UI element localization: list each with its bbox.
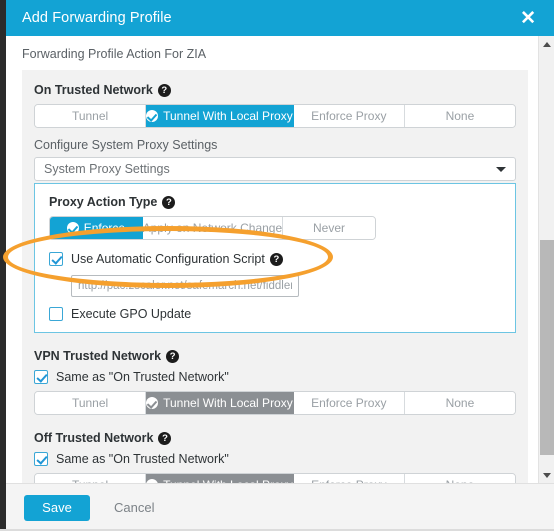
system-proxy-settings-panel: Proxy Action Type ? Enforce Apply on Net… (34, 183, 516, 333)
check-circle-icon (146, 110, 159, 122)
execute-gpo-update-row: Execute GPO Update (49, 307, 503, 321)
vpn-trusted-network-group: VPN Trusted Network ? Same as "On Truste… (34, 349, 516, 415)
execute-gpo-update-label: Execute GPO Update (71, 307, 192, 321)
segment-apply-on-network-change[interactable]: Apply on Network Change (142, 217, 284, 239)
segment-tunnel-label: Tunnel (71, 396, 109, 410)
cancel-button[interactable]: Cancel (114, 500, 154, 515)
segment-apply-on-network-change-label: Apply on Network Change (142, 221, 283, 235)
segment-tunnel-with-local-proxy[interactable]: Tunnel With Local Proxy (146, 105, 294, 127)
vpn-same-as-row: Same as "On Trusted Network" (34, 370, 516, 384)
scroll-up-button[interactable] (539, 36, 554, 52)
vertical-scrollbar[interactable] (538, 36, 554, 483)
help-icon[interactable]: ? (158, 431, 172, 445)
segment-none-label: None (445, 109, 475, 123)
use-automatic-configuration-script-label-text: Use Automatic Configuration Script (71, 252, 265, 266)
add-forwarding-profile-dialog: Add Forwarding Profile ✕ Forwarding Prof… (6, 0, 554, 531)
close-icon[interactable]: ✕ (516, 7, 540, 30)
on-trusted-network-segmented[interactable]: Tunnel Tunnel With Local Proxy Enforce P… (34, 104, 516, 128)
use-automatic-configuration-script-label: Use Automatic Configuration Script ? (71, 252, 283, 266)
segment-never[interactable]: Never (283, 217, 375, 239)
use-automatic-configuration-script-checkbox[interactable] (49, 252, 63, 266)
vpn-trusted-network-segmented[interactable]: Tunnel Tunnel With Local Proxy Enforce P… (34, 391, 516, 415)
help-icon[interactable]: ? (269, 252, 283, 266)
dialog-titlebar: Add Forwarding Profile ✕ (6, 0, 554, 36)
segment-tunnel[interactable]: Tunnel (35, 105, 147, 127)
segment-tunnel-label: Tunnel (72, 478, 108, 483)
vpn-same-as-label: Same as "On Trusted Network" (56, 370, 229, 384)
segment-none[interactable]: None (404, 105, 515, 127)
scrollbar-thumb[interactable] (540, 240, 554, 455)
segment-never-label: Never (313, 221, 346, 235)
segment-none-label: None (445, 396, 475, 410)
segment-none-label: None (446, 478, 475, 483)
on-trusted-network-label-text: On Trusted Network (34, 83, 153, 97)
segment-enforce-proxy-label: Enforce Proxy (311, 396, 387, 410)
off-same-as-row: Same as "On Trusted Network" (34, 452, 516, 466)
system-proxy-settings-value: System Proxy Settings (44, 162, 170, 176)
segment-enforce-proxy[interactable]: Enforce Proxy (293, 392, 405, 414)
forwarding-action-card: On Trusted Network ? Tunnel Tunnel With … (22, 70, 528, 483)
segment-tunnel-with-local-proxy-label: Tunnel With Local Proxy (163, 478, 293, 483)
execute-gpo-update-checkbox[interactable] (49, 307, 63, 321)
chevron-down-icon (496, 167, 506, 172)
proxy-action-type-segmented[interactable]: Enforce Apply on Network Change Never (49, 216, 376, 240)
off-same-as-checkbox[interactable] (34, 452, 48, 466)
vpn-trusted-network-label-text: VPN Trusted Network (34, 349, 162, 363)
triangle-down-icon (543, 472, 551, 478)
scroll-down-button[interactable] (539, 467, 554, 483)
check-circle-icon (146, 479, 159, 483)
help-icon[interactable]: ? (162, 195, 176, 209)
check-circle-icon (146, 397, 159, 409)
off-trusted-network-label: Off Trusted Network ? (34, 431, 516, 445)
proxy-action-type-label-text: Proxy Action Type (49, 195, 158, 209)
help-icon[interactable]: ? (166, 349, 180, 363)
vpn-same-as-checkbox[interactable] (34, 370, 48, 384)
system-proxy-settings-select[interactable]: System Proxy Settings (34, 157, 516, 181)
segment-tunnel[interactable]: Tunnel (35, 392, 147, 414)
segment-enforce-proxy[interactable]: Enforce Proxy (293, 105, 405, 127)
on-trusted-network-label: On Trusted Network ? (34, 83, 516, 97)
vpn-trusted-network-label: VPN Trusted Network ? (34, 349, 516, 363)
on-trusted-network-group: On Trusted Network ? Tunnel Tunnel With … (34, 83, 516, 333)
triangle-up-icon (543, 41, 551, 47)
configure-system-proxy-label: Configure System Proxy Settings (34, 138, 218, 152)
dialog-scroll-area: Forwarding Profile Action For ZIA On Tru… (6, 36, 538, 483)
save-button[interactable]: Save (24, 494, 90, 521)
segment-enforce-proxy-label: Enforce Proxy (311, 478, 386, 483)
off-trusted-network-segmented[interactable]: Tunnel Tunnel With Local Proxy Enforce P… (34, 473, 516, 483)
segment-tunnel[interactable]: Tunnel (35, 474, 147, 483)
off-trusted-network-label-text: Off Trusted Network (34, 431, 154, 445)
segment-tunnel-with-local-proxy-label: Tunnel With Local Proxy (163, 109, 293, 123)
section-title: Forwarding Profile Action For ZIA (22, 47, 207, 61)
off-trusted-network-group: Off Trusted Network ? Same as "On Truste… (34, 431, 516, 483)
dialog-title: Add Forwarding Profile (22, 10, 172, 26)
segment-tunnel-with-local-proxy[interactable]: Tunnel With Local Proxy (146, 474, 294, 483)
check-circle-icon (66, 222, 79, 234)
segment-enforce-proxy-label: Enforce Proxy (311, 109, 387, 123)
segment-tunnel-with-local-proxy[interactable]: Tunnel With Local Proxy (146, 392, 294, 414)
segment-none[interactable]: None (404, 474, 515, 483)
dialog-footer: Save Cancel (6, 483, 554, 531)
segment-tunnel-with-local-proxy-label: Tunnel With Local Proxy (163, 396, 293, 410)
help-icon[interactable]: ? (157, 83, 171, 97)
proxy-action-type-label: Proxy Action Type ? (49, 195, 503, 209)
use-automatic-configuration-script-row: Use Automatic Configuration Script ? (49, 252, 503, 266)
segment-enforce[interactable]: Enforce (50, 217, 143, 239)
pac-url-input[interactable] (71, 275, 299, 297)
segment-none[interactable]: None (404, 392, 515, 414)
screenshot-root: Add Forwarding Profile ✕ Forwarding Prof… (0, 0, 554, 531)
segment-enforce-label: Enforce (83, 221, 126, 235)
segment-enforce-proxy[interactable]: Enforce Proxy (293, 474, 405, 483)
off-same-as-label: Same as "On Trusted Network" (56, 452, 229, 466)
segment-tunnel-label: Tunnel (71, 109, 109, 123)
dialog-body: Forwarding Profile Action For ZIA On Tru… (6, 36, 554, 483)
